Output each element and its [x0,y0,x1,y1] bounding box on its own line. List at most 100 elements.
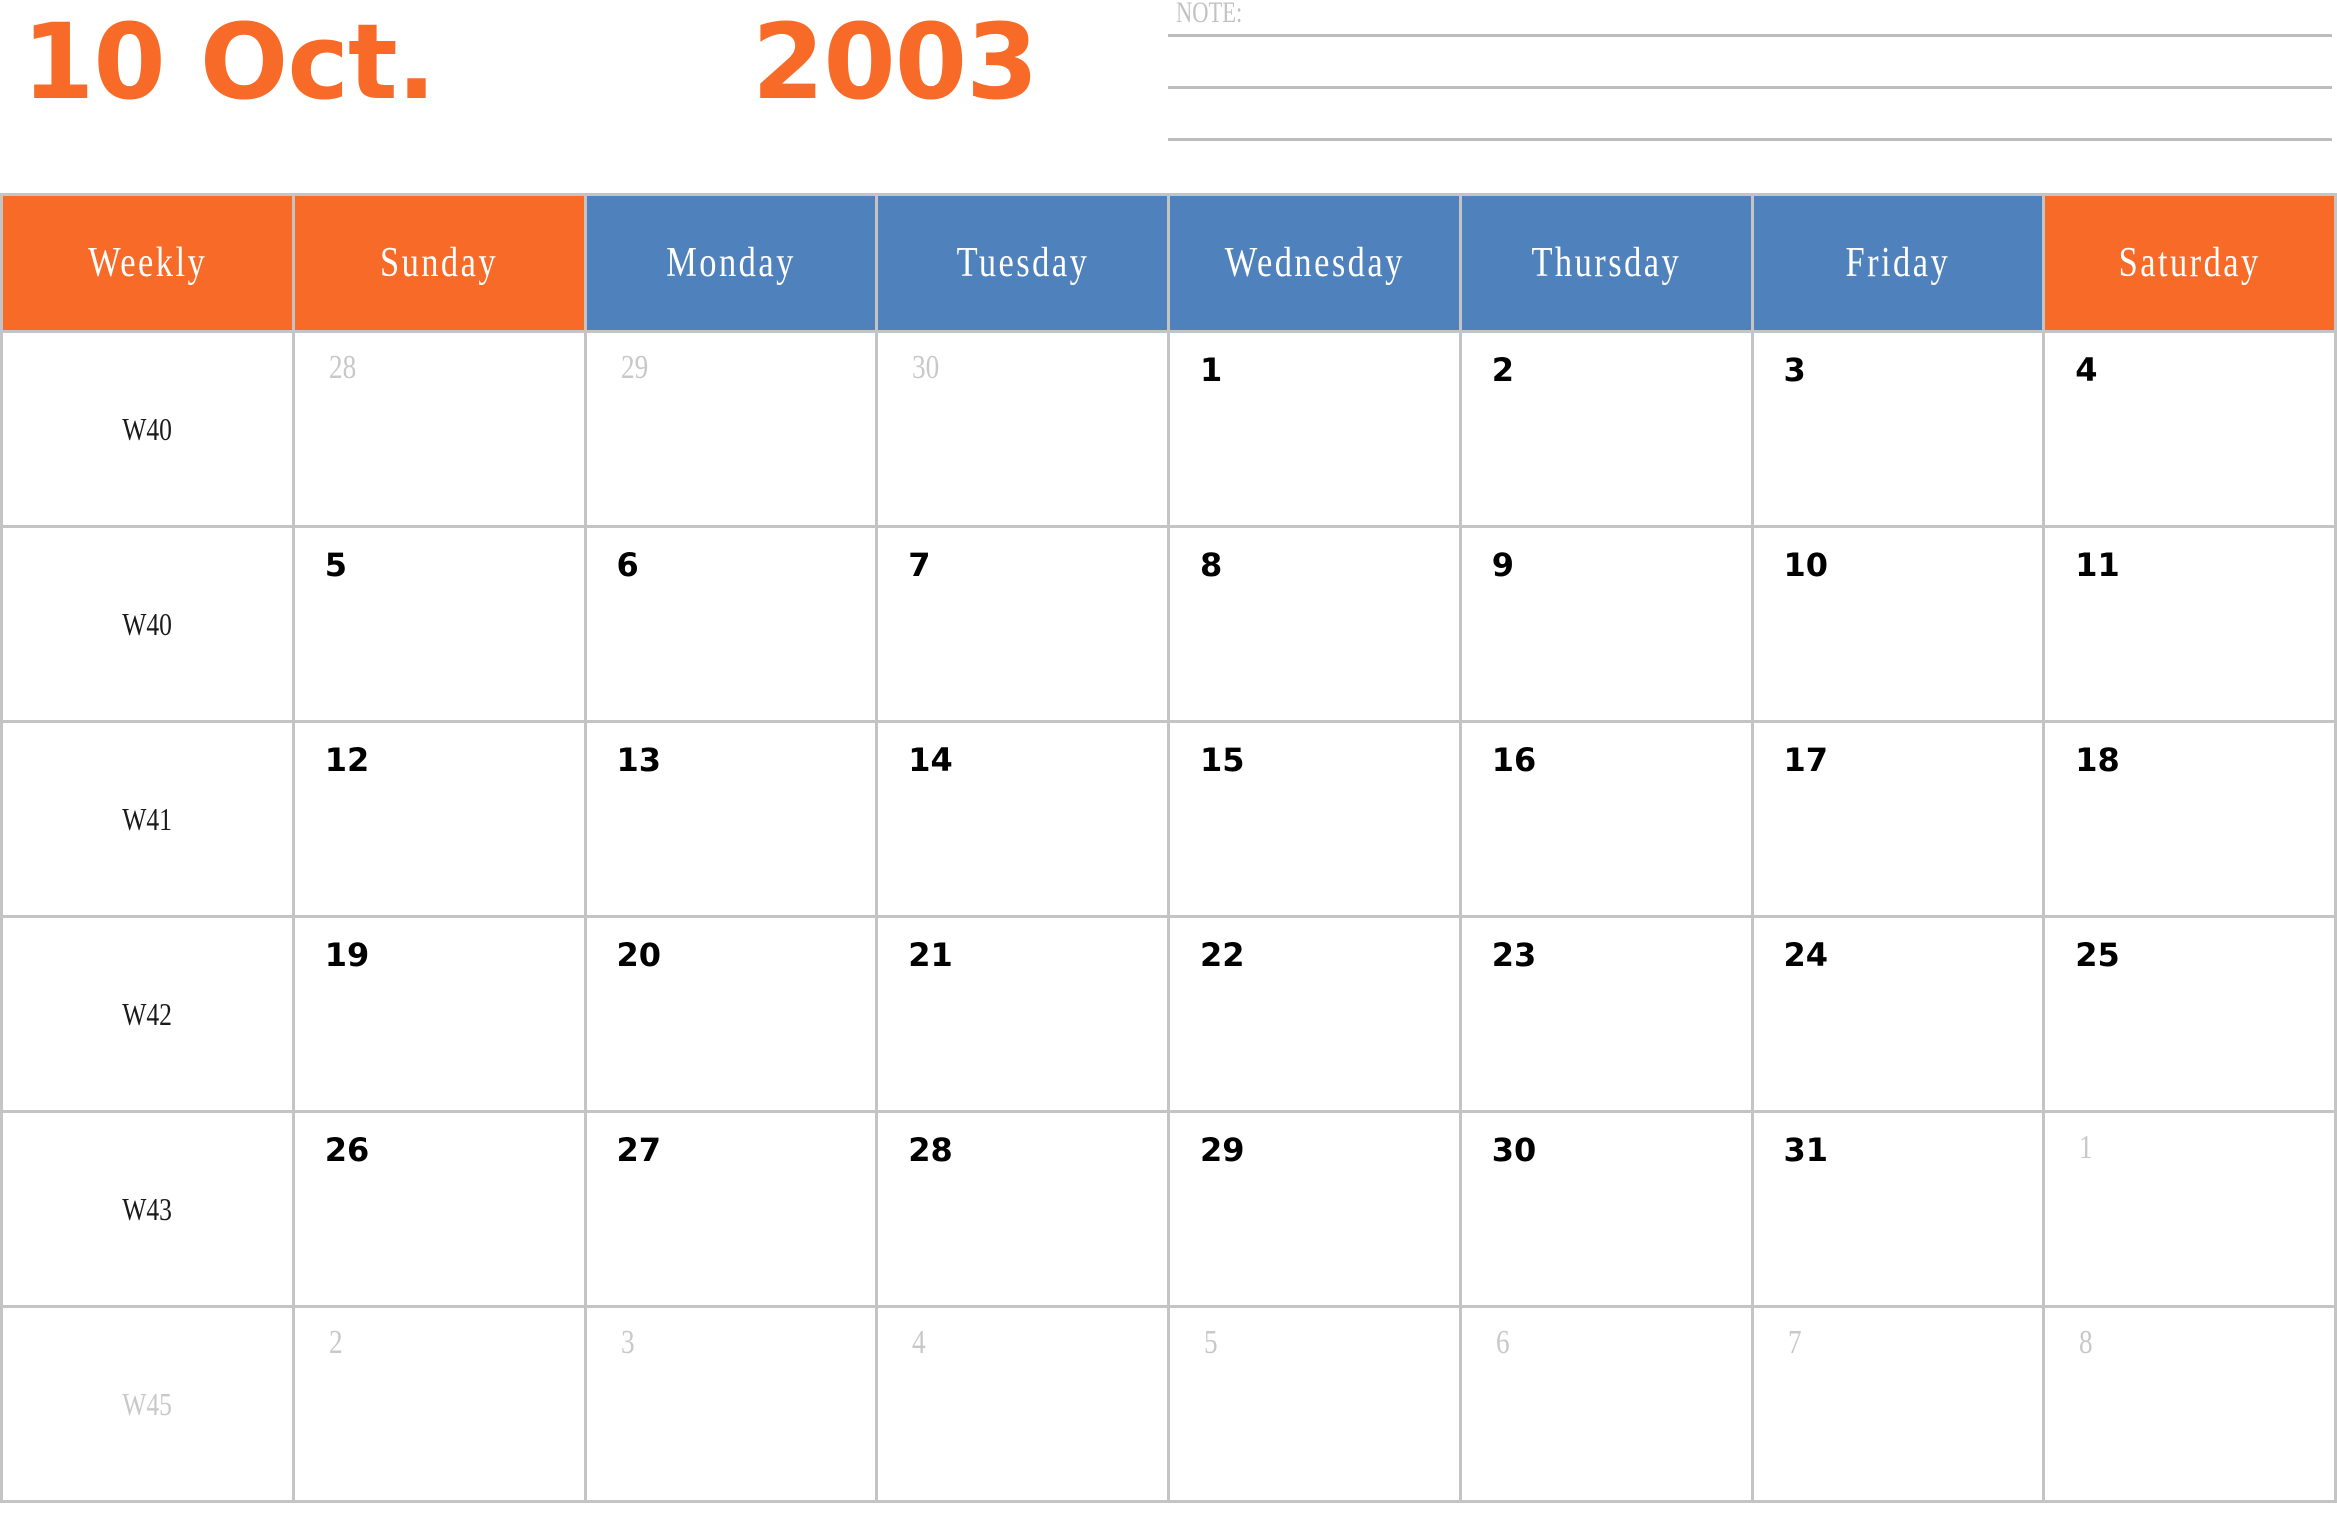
column-header-label: Wednesday [1224,240,1405,286]
day-number: 11 [2075,546,2120,584]
day-cell[interactable]: 10 [1750,525,2046,723]
weekday-header-row: Weekly Sunday Monday Tuesday Wednesday Thursd… [0,193,2337,333]
day-cell[interactable]: 6 [583,525,879,723]
day-cell[interactable]: 14 [875,720,1170,918]
day-cell[interactable]: 9 [1458,525,1754,723]
column-header-label: Saturday [2118,240,2261,286]
day-number: 7 [908,546,931,584]
day-cell[interactable]: 17 [1750,720,2046,918]
day-cell[interactable]: 28 [875,1110,1170,1308]
day-number: 29 [1200,1131,1245,1169]
week-row: W41 12 13 14 15 16 17 18 [0,720,2337,918]
column-header-label: Friday [1845,240,1951,286]
day-number: 23 [1491,936,1537,974]
day-cell[interactable]: 12 [291,720,587,918]
day-cell[interactable]: 5 [291,525,587,723]
day-cell[interactable]: 18 [2042,720,2337,918]
column-header-label: Monday [666,240,796,286]
week-number-label: W45 [3,1386,292,1423]
day-cell[interactable]: 8 [1167,525,1462,723]
column-header-label: Weekly [87,240,207,286]
day-cell[interactable]: 2 [1458,330,1754,528]
day-number: 13 [616,741,662,779]
week-number-label: W40 [3,411,292,448]
day-number: 26 [324,1131,370,1169]
day-number: 28 [328,349,356,386]
day-cell[interactable]: 20 [583,915,879,1113]
day-number: 15 [1200,741,1245,779]
week-number-text: W40 [122,411,173,447]
day-number: 19 [324,936,370,974]
note-line[interactable] [1168,34,2332,37]
week-number-cell: W40 [0,525,295,723]
column-header-label: Sunday [380,240,499,286]
day-number: 22 [1200,936,1245,974]
day-cell[interactable]: 22 [1167,915,1462,1113]
week-number-text: W42 [122,996,173,1032]
day-number: 6 [616,546,639,584]
week-number-label: W43 [3,1191,292,1228]
week-number-label: W41 [3,801,292,838]
day-cell[interactable]: 19 [291,915,587,1113]
day-cell-other-month[interactable]: 8 [2042,1305,2337,1503]
day-cell-other-month[interactable]: 29 [583,330,879,528]
day-cell-other-month[interactable]: 4 [875,1305,1170,1503]
calendar-grid: Weekly Sunday Monday Tuesday Wednesday Thursd… [0,193,2337,1503]
day-cell-other-month[interactable]: 28 [291,330,587,528]
day-cell-other-month[interactable]: 3 [583,1305,879,1503]
day-cell[interactable]: 31 [1750,1110,2046,1308]
week-row: W45 2 3 4 5 6 7 8 [0,1305,2337,1503]
day-number: 25 [2075,936,2120,974]
day-cell-other-month[interactable]: 6 [1458,1305,1754,1503]
day-cell[interactable]: 24 [1750,915,2046,1113]
column-header-thursday: Thursday [1458,193,1754,333]
day-number: 24 [1783,936,1829,974]
day-cell[interactable]: 23 [1458,915,1754,1113]
column-header-label: Tuesday [956,240,1089,286]
day-cell[interactable]: 13 [583,720,879,918]
day-cell[interactable]: 1 [1167,330,1462,528]
day-number: 12 [324,741,370,779]
column-header-wednesday: Wednesday [1167,193,1462,333]
day-cell[interactable]: 7 [875,525,1170,723]
day-cell[interactable]: 30 [1458,1110,1754,1308]
day-cell-other-month[interactable]: 30 [875,330,1170,528]
day-cell[interactable]: 26 [291,1110,587,1308]
day-cell[interactable]: 29 [1167,1110,1462,1308]
day-number: 2 [328,1324,343,1361]
column-header-saturday: Saturday [2042,193,2337,333]
week-number-cell: W41 [0,720,295,918]
week-number-label: W40 [3,606,292,643]
day-number: 1 [1200,351,1223,389]
day-number: 6 [1495,1324,1510,1361]
day-number: 8 [2079,1324,2093,1361]
day-cell-other-month[interactable]: 7 [1750,1305,2046,1503]
day-cell[interactable]: 25 [2042,915,2337,1113]
day-number: 17 [1783,741,1829,779]
week-number-cell: W40 [0,330,295,528]
day-number: 7 [1787,1324,1802,1361]
week-number-cell: W45 [0,1305,295,1503]
day-cell-other-month[interactable]: 1 [2042,1110,2337,1308]
day-number: 4 [912,1324,926,1361]
day-number: 3 [1783,351,1806,389]
week-number-text: W41 [122,801,173,837]
day-number: 2 [1491,351,1515,389]
note-line[interactable] [1168,138,2332,141]
day-cell[interactable]: 3 [1750,330,2046,528]
day-cell[interactable]: 16 [1458,720,1754,918]
day-cell[interactable]: 21 [875,915,1170,1113]
day-number: 4 [2075,351,2098,389]
day-cell[interactable]: 15 [1167,720,1462,918]
column-header-weekly: Weekly [0,193,295,333]
day-cell-other-month[interactable]: 2 [291,1305,587,1503]
day-cell[interactable]: 11 [2042,525,2337,723]
day-cell-other-month[interactable]: 5 [1167,1305,1462,1503]
week-number-text: W43 [122,1191,173,1227]
day-cell[interactable]: 4 [2042,330,2337,528]
note-line[interactable] [1168,86,2332,89]
day-cell[interactable]: 27 [583,1110,879,1308]
year-title: 2003 [752,1,1038,123]
day-number: 14 [908,741,953,779]
day-number: 8 [1200,546,1223,584]
